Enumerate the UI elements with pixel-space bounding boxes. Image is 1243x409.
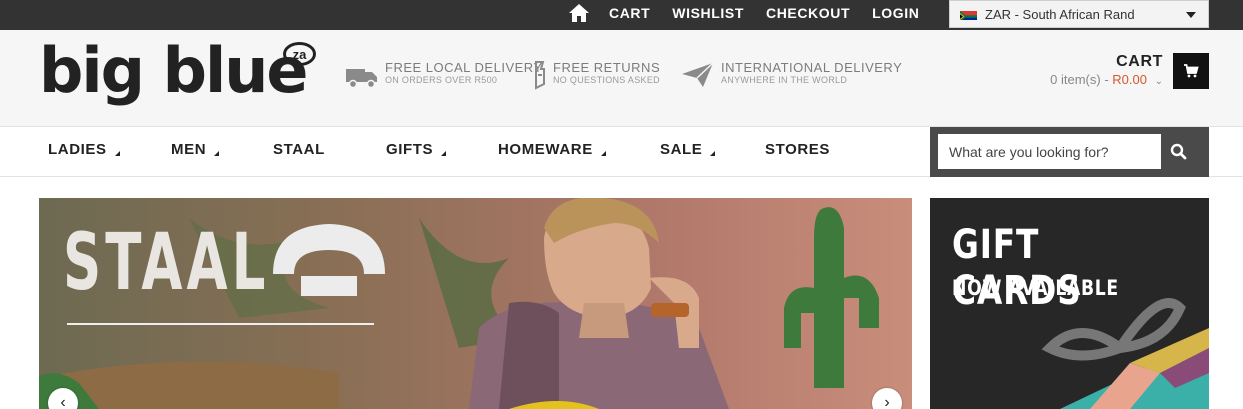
header-cart[interactable]: CART 0 item(s) - R0.00 ⌄ xyxy=(1039,53,1209,89)
currency-label: ZAR - South African Rand xyxy=(985,6,1135,22)
top-link-cart[interactable]: CART xyxy=(609,5,650,21)
main-nav: LADIES MEN STAAL GIFTS HOMEWARE SALE STO… xyxy=(0,127,1243,177)
nav-item-gifts[interactable]: GIFTS xyxy=(386,141,447,158)
feature-title: FREE RETURNS xyxy=(553,60,661,75)
nav-item-sale[interactable]: SALE xyxy=(660,141,716,158)
dropdown-arrow-icon xyxy=(600,146,606,156)
home-icon[interactable] xyxy=(568,2,590,24)
nav-label: MEN xyxy=(171,141,207,158)
search-bar xyxy=(930,127,1209,177)
nav-item-stores[interactable]: STORES xyxy=(765,141,830,158)
hero-banner[interactable]: STAAL ‹ › xyxy=(39,198,912,409)
feature-subtitle: NO QUESTIONS ASKED xyxy=(553,75,660,85)
dropdown-arrow-icon xyxy=(114,146,120,156)
nav-label: GIFTS xyxy=(386,141,434,158)
search-input[interactable] xyxy=(938,134,1161,169)
logo[interactable]: big blue za xyxy=(39,38,319,118)
chevron-down-icon: ⌄ xyxy=(1154,76,1163,87)
nav-item-men[interactable]: MEN xyxy=(171,141,220,158)
feature-free-returns: FREE RETURNS NO QUESTIONS ASKED xyxy=(533,60,660,90)
feature-title: FREE LOCAL DELIVERY xyxy=(385,60,543,75)
currency-select[interactable]: ZAR - South African Rand xyxy=(949,0,1209,28)
dropdown-arrow-icon xyxy=(214,146,220,156)
logo-text: big blue xyxy=(39,34,308,107)
nav-item-staal[interactable]: STAAL xyxy=(273,141,325,158)
dropdown-arrow-icon xyxy=(441,146,447,156)
shopping-cart-icon xyxy=(1184,64,1199,78)
banner-title: STAAL xyxy=(63,218,270,308)
top-link-checkout[interactable]: CHECKOUT xyxy=(766,5,850,21)
paper-plane-icon xyxy=(682,62,714,87)
feature-international-delivery: INTERNATIONAL DELIVERY ANYWHERE IN THE W… xyxy=(681,60,902,90)
feature-subtitle: ANYWHERE IN THE WORLD xyxy=(721,75,848,85)
nav-label: HOMEWARE xyxy=(498,141,593,158)
nav-item-homeware[interactable]: HOMEWARE xyxy=(498,141,606,158)
top-link-wishlist[interactable]: WISHLIST xyxy=(672,5,744,21)
top-links: CART WISHLIST CHECKOUT LOGIN xyxy=(609,0,941,26)
nav-item-ladies[interactable]: LADIES xyxy=(48,141,120,158)
nav-label: STAAL xyxy=(273,141,325,158)
top-link-login[interactable]: LOGIN xyxy=(872,5,919,21)
cart-summary[interactable]: 0 item(s) - R0.00 ⌄ xyxy=(1050,72,1163,87)
logo-badge: za xyxy=(283,42,316,66)
truck-icon xyxy=(346,69,377,89)
feature-free-local-delivery: FREE LOCAL DELIVERY ON ORDERS OVER R500 xyxy=(345,60,543,90)
cart-button[interactable] xyxy=(1173,53,1209,89)
cart-total: R0.00 xyxy=(1112,72,1147,87)
nav-label: SALE xyxy=(660,141,703,158)
returns-icon xyxy=(535,61,545,90)
chevron-down-icon xyxy=(1186,12,1196,18)
cart-label: CART xyxy=(1116,53,1163,70)
gift-cards-title: GIFT CARDS xyxy=(952,222,1082,314)
feature-title: INTERNATIONAL DELIVERY xyxy=(721,60,903,75)
top-bar: CART WISHLIST CHECKOUT LOGIN ZAR - South… xyxy=(0,0,1243,30)
south-africa-flag-icon xyxy=(960,9,977,20)
gift-cards-banner[interactable]: GIFT CARDS NOW AVAILABLE xyxy=(930,198,1209,409)
search-icon[interactable] xyxy=(1168,141,1190,163)
site-header: big blue za FREE LOCAL DELIVERY ON ORDER… xyxy=(0,30,1243,127)
nav-label: STORES xyxy=(765,141,831,158)
dropdown-arrow-icon xyxy=(710,146,716,156)
cart-item-count: 0 item(s) - xyxy=(1050,72,1113,87)
nav-label: LADIES xyxy=(48,141,107,158)
gift-cards-subtitle: NOW AVAILABLE xyxy=(952,276,1119,300)
feature-subtitle: ON ORDERS OVER R500 xyxy=(385,75,498,85)
